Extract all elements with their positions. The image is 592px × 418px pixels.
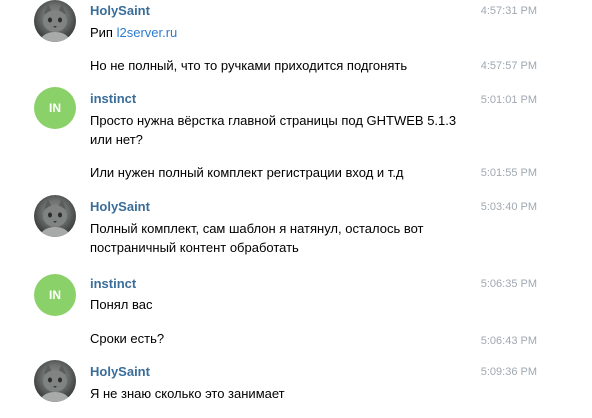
cat-avatar-icon bbox=[41, 4, 69, 42]
message-timestamp: 5:06:35 PM bbox=[480, 278, 537, 290]
message-timestamp: 5:01:55 PM bbox=[480, 167, 537, 179]
chat-history: HolySaint 4:57:31 PM Рип l2server.ru 4:5… bbox=[0, 0, 592, 418]
author-name[interactable]: HolySaint bbox=[90, 364, 150, 379]
message-text: Полный комплект, сам шаблон я натянул, о… bbox=[90, 221, 424, 255]
message-text: Или нужен полный комплект регистрации вх… bbox=[90, 165, 404, 180]
message-text: Сроки есть? bbox=[90, 331, 165, 346]
author-name[interactable]: instinct bbox=[90, 276, 136, 291]
message-link[interactable]: l2server.ru bbox=[117, 25, 178, 40]
message-timestamp: 5:09:36 PM bbox=[480, 366, 537, 378]
message-text: Просто нужна вёрстка главной страницы по… bbox=[90, 113, 457, 147]
avatar-instinct[interactable]: IN bbox=[34, 274, 76, 316]
message-timestamp: 4:57:31 PM bbox=[480, 5, 537, 17]
message-text: Я не знаю сколько это занимает bbox=[90, 386, 285, 401]
author-name[interactable]: HolySaint bbox=[90, 3, 150, 18]
message-text-prefix: Рип bbox=[90, 25, 117, 40]
avatar-holysaint[interactable] bbox=[34, 195, 76, 237]
message-timestamp: 5:03:40 PM bbox=[480, 201, 537, 213]
message-text: Но не полный, что то ручками приходится … bbox=[90, 58, 408, 73]
cat-avatar-icon bbox=[41, 199, 69, 237]
avatar-holysaint[interactable] bbox=[34, 360, 76, 402]
cat-avatar-icon bbox=[41, 364, 69, 402]
author-name[interactable]: HolySaint bbox=[90, 199, 150, 214]
author-name[interactable]: instinct bbox=[90, 91, 136, 106]
message-timestamp: 5:06:43 PM bbox=[480, 335, 537, 347]
avatar-instinct[interactable]: IN bbox=[34, 87, 76, 129]
avatar-holysaint[interactable] bbox=[34, 0, 76, 42]
message-text: Рип l2server.ru bbox=[90, 23, 480, 42]
message-timestamp: 5:01:01 PM bbox=[480, 94, 537, 106]
message-text: Понял вас bbox=[90, 297, 153, 312]
message-timestamp: 4:57:57 PM bbox=[480, 60, 537, 72]
